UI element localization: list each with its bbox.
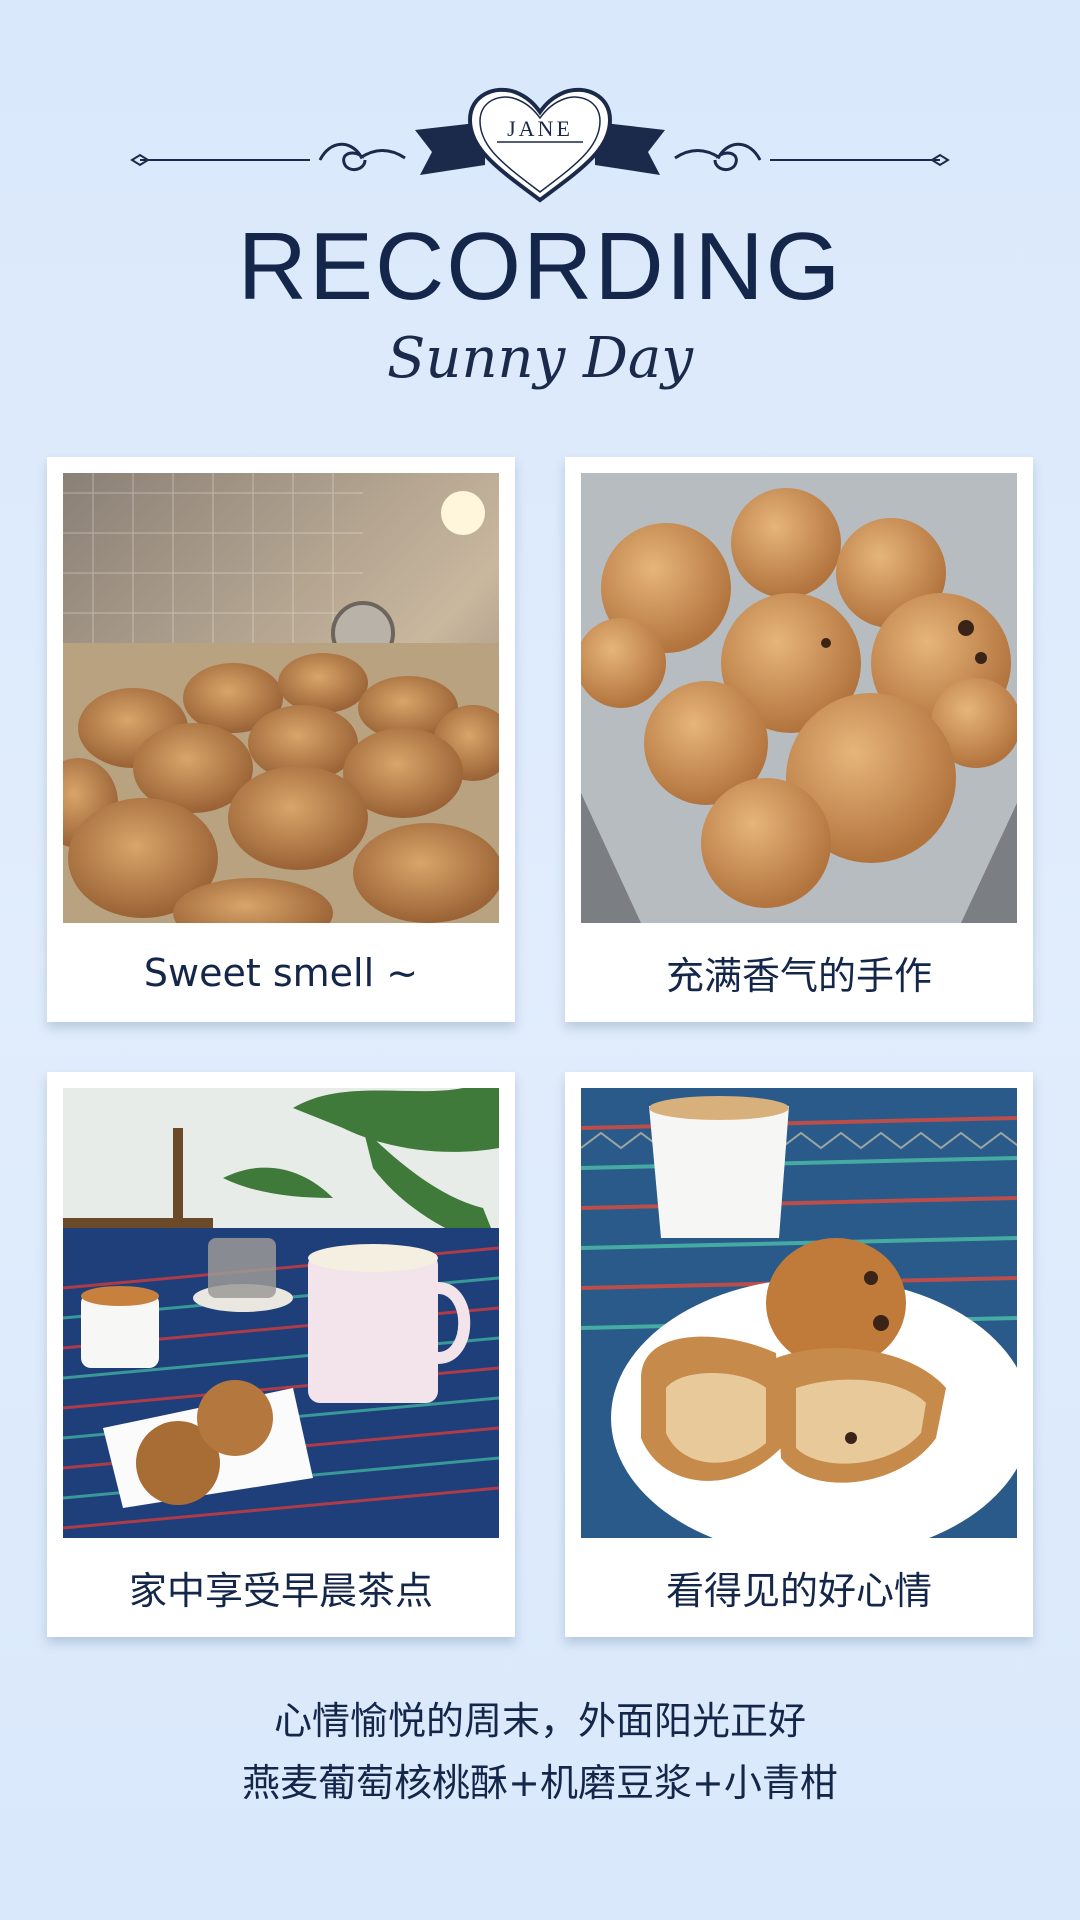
- footer-line-1: 心情愉悦的周末，外面阳光正好: [273, 1699, 806, 1743]
- photo-card-3: 家中享受早晨茶点: [47, 1072, 515, 1637]
- card-caption: 充满香气的手作: [665, 954, 932, 998]
- footer-line-2: 燕麦葡萄核桃酥+机磨豆浆+小青柑: [242, 1761, 838, 1805]
- footer-text: 心情愉悦的周末，外面阳光正好 燕麦葡萄核桃酥+机磨豆浆+小青柑: [0, 1690, 1080, 1814]
- photo-breakfast-table: [63, 1088, 499, 1538]
- card-caption: 家中享受早晨茶点: [128, 1569, 433, 1613]
- card-caption: Sweet smell ~: [143, 950, 419, 995]
- photo-cookie-plate: [581, 1088, 1017, 1538]
- photo-cookies-container: [581, 473, 1017, 923]
- page-title: RECORDING: [237, 213, 843, 320]
- photo-card-1: Sweet smell ~: [47, 457, 515, 1022]
- header: JANE RECORDING Sunny Day: [0, 0, 1080, 440]
- card-caption: 看得见的好心情: [665, 1569, 932, 1613]
- photo-card-2: 充满香气的手作: [565, 457, 1033, 1022]
- photo-card-4: 看得见的好心情: [565, 1072, 1033, 1637]
- page-subtitle: Sunny Day: [387, 326, 693, 391]
- ornament-banner: JANE: [130, 87, 950, 203]
- photo-cookies-oven: [63, 473, 499, 923]
- badge-text: JANE: [507, 116, 573, 141]
